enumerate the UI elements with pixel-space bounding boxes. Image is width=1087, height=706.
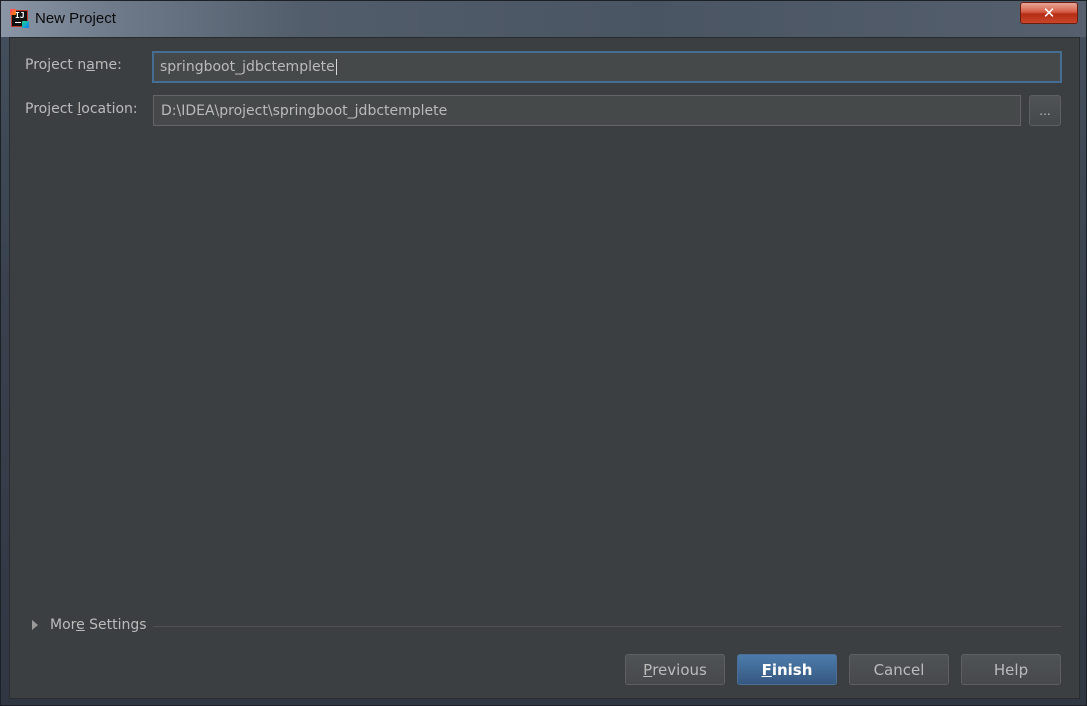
project-location-label: Project location:	[25, 101, 138, 117]
window-title: New Project	[35, 10, 116, 27]
previous-button[interactable]: Previous	[625, 654, 725, 685]
help-button[interactable]: Help	[961, 654, 1061, 685]
dialog-content: Project name: springboot_jdbctemplete Pr…	[9, 37, 1080, 699]
text-caret	[335, 59, 337, 75]
close-button[interactable]: ✕	[1020, 2, 1078, 24]
browse-location-button[interactable]: ...	[1029, 95, 1061, 126]
intellij-idea-icon: IJ	[10, 9, 29, 28]
expand-triangle-icon	[32, 620, 38, 630]
finish-button[interactable]: Finish	[737, 654, 837, 685]
more-settings-toggle[interactable]: More Settings	[32, 617, 147, 633]
more-settings-separator	[153, 626, 1061, 627]
title-bar[interactable]: IJ New Project ✕	[1, 1, 1086, 37]
more-settings-label: More Settings	[50, 617, 147, 633]
cancel-button[interactable]: Cancel	[849, 654, 949, 685]
project-name-input[interactable]: springboot_jdbctemplete	[152, 51, 1062, 83]
new-project-window: IJ New Project ✕ Project name: springboo…	[0, 0, 1087, 706]
close-icon: ✕	[1042, 3, 1056, 22]
project-name-label: Project name:	[25, 57, 122, 73]
project-location-input[interactable]: D:\IDEA\project\springboot_jdbctemplete	[153, 95, 1021, 126]
